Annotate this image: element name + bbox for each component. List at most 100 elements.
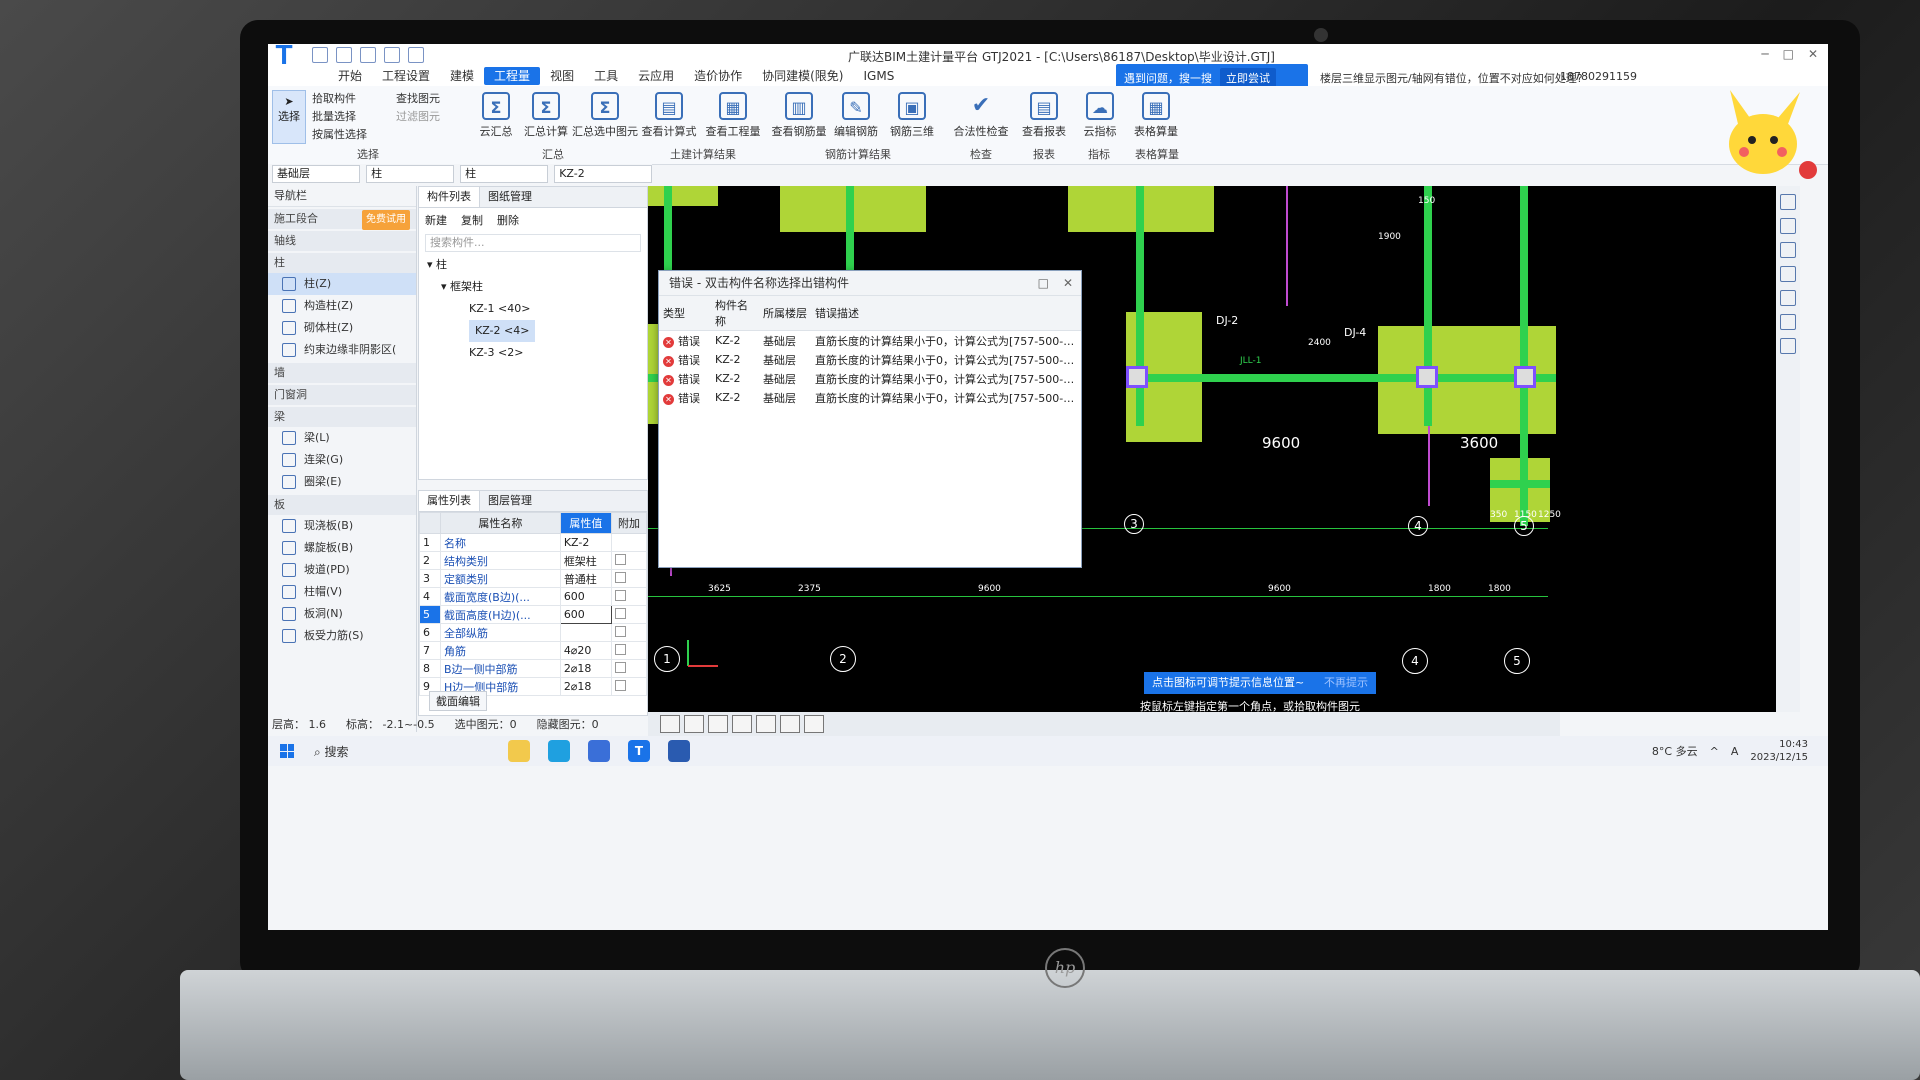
rebar-3d-button[interactable]: ▣ 钢筋三维 xyxy=(884,92,940,139)
property-row[interactable]: 7 角筋 4⌀20 xyxy=(419,641,647,660)
property-row[interactable]: 2 结构类别 框架柱 xyxy=(419,551,647,570)
nav-item-slab-rebar[interactable]: 板受力筋(S) xyxy=(268,625,416,647)
tree-root[interactable]: ▾ 柱 xyxy=(427,254,647,276)
nav-section-axis[interactable]: 轴线 xyxy=(268,231,416,251)
menu-tab-start[interactable]: 开始 xyxy=(328,67,372,85)
ground-beam[interactable] xyxy=(1136,186,1144,426)
open-folder-icon[interactable] xyxy=(336,47,352,63)
menu-tab-modeling[interactable]: 建模 xyxy=(440,67,484,85)
tab-layer-management[interactable]: 图层管理 xyxy=(480,491,540,511)
tip-bar[interactable]: 点击图标可调节提示信息位置~ 不再提示 xyxy=(1144,672,1376,694)
list-icon[interactable] xyxy=(1780,338,1796,354)
layer-icon[interactable] xyxy=(1780,242,1796,258)
windows-start-icon[interactable] xyxy=(280,744,294,758)
property-value[interactable]: 2⌀18 xyxy=(559,659,613,678)
section-edit-button[interactable]: 截面编辑 xyxy=(429,691,487,711)
tree-group[interactable]: ▾ 框架柱 xyxy=(427,276,647,298)
error-component[interactable]: KZ-2 xyxy=(711,388,759,407)
extra-checkbox[interactable] xyxy=(615,553,626,565)
property-row[interactable]: 8 B边一侧中部筋 2⌀18 xyxy=(419,659,647,678)
user-account[interactable]: 18780291159 xyxy=(1560,70,1637,83)
tab-property-list[interactable]: 属性列表 xyxy=(419,491,480,511)
property-row[interactable]: 1 名称 KZ-2 xyxy=(419,533,647,552)
cloud-summary-button[interactable]: Σ 云汇总 xyxy=(468,92,524,139)
view-formula-button[interactable]: ▤ 查看计算式 xyxy=(638,92,700,139)
property-value[interactable]: KZ-2 xyxy=(559,533,613,552)
dynamic-input-icon[interactable] xyxy=(780,715,800,733)
find-element-button[interactable]: 查找图元 xyxy=(396,90,440,108)
new-component-button[interactable]: 新建 xyxy=(425,212,447,228)
property-value-editing[interactable]: 600 xyxy=(559,605,613,624)
nav-item-column[interactable]: 柱(Z) xyxy=(268,273,416,295)
error-component[interactable]: KZ-2 xyxy=(711,369,759,388)
error-row[interactable]: ✕ 错误 KZ-2 基础层 直筋长度的计算结果小于0，计算公式为[757-500-Max… xyxy=(659,388,1081,407)
store-icon[interactable] xyxy=(588,740,610,762)
weather[interactable]: 8°C 多云 xyxy=(1652,743,1698,759)
extra-checkbox[interactable] xyxy=(615,643,626,655)
extra-checkbox[interactable] xyxy=(615,571,626,583)
menu-tab-project-settings[interactable]: 工程设置 xyxy=(372,67,440,85)
view-3d-icon[interactable] xyxy=(1780,194,1796,210)
nav-item-ramp[interactable]: 坡道(PD) xyxy=(268,559,416,581)
menu-tab-collab-modeling[interactable]: 协同建模(限免) xyxy=(752,67,853,85)
extra-checkbox[interactable] xyxy=(615,607,626,619)
gtj-app-icon[interactable]: T xyxy=(628,740,650,762)
extra-checkbox[interactable] xyxy=(615,661,626,673)
taskbar-search[interactable]: ⌕ 搜索 xyxy=(314,743,349,760)
maximize-icon[interactable]: □ xyxy=(1038,271,1049,295)
view-report-button[interactable]: ▤ 查看报表 xyxy=(1016,92,1072,139)
tab-component-list[interactable]: 构件列表 xyxy=(419,187,480,207)
nav-section-openings[interactable]: 门窗洞 xyxy=(268,385,416,405)
tab-drawing-management[interactable]: 图纸管理 xyxy=(480,187,540,207)
property-row[interactable]: 3 定额类别 普通柱 xyxy=(419,569,647,588)
summary-selected-button[interactable]: Σ 汇总选中图元 xyxy=(572,92,638,139)
nav-item-slab-hole[interactable]: 板洞(N) xyxy=(268,603,416,625)
view-rebar-button[interactable]: ▥ 查看钢筋量 xyxy=(768,92,830,139)
property-value[interactable]: 框架柱 xyxy=(559,551,613,570)
component-select[interactable]: KZ-2 xyxy=(554,165,652,183)
cloud-index-button[interactable]: ☁ 云指标 xyxy=(1072,92,1128,139)
column-kz[interactable] xyxy=(1514,366,1536,388)
redo-icon[interactable] xyxy=(408,47,424,63)
component-search-input[interactable]: 搜索构件... xyxy=(425,234,641,252)
validity-check-button[interactable]: ✔ 合法性检查 xyxy=(950,92,1012,139)
edit-rebar-button[interactable]: ✎ 编辑钢筋 xyxy=(828,92,884,139)
undo-icon[interactable] xyxy=(384,47,400,63)
try-now-button[interactable]: 立即尝试 xyxy=(1220,68,1276,88)
menu-tab-igms[interactable]: IGMS xyxy=(854,67,905,85)
arc-icon[interactable] xyxy=(804,715,824,733)
error-row[interactable]: ✕ 错误 KZ-2 基础层 直筋长度的计算结果小于0，计算公式为[757-500-Max… xyxy=(659,331,1081,351)
column-kz[interactable] xyxy=(1126,366,1148,388)
property-value[interactable]: 普通柱 xyxy=(559,569,613,588)
settings-icon[interactable] xyxy=(1780,314,1796,330)
error-component[interactable]: KZ-2 xyxy=(711,331,759,351)
property-value[interactable]: 4⌀20 xyxy=(559,641,613,660)
nav-item-column-cap[interactable]: 柱帽(V) xyxy=(268,581,416,603)
close-icon[interactable]: ✕ xyxy=(1063,271,1073,295)
file-explorer-icon[interactable] xyxy=(508,740,530,762)
close-icon[interactable]: ✕ xyxy=(1808,47,1818,61)
edge-browser-icon[interactable] xyxy=(548,740,570,762)
error-component[interactable]: KZ-2 xyxy=(711,350,759,369)
view-quantity-button[interactable]: ▦ 查看工程量 xyxy=(702,92,764,139)
property-value[interactable]: 2⌀18 xyxy=(559,677,613,696)
nav-section-wall[interactable]: 墙 xyxy=(268,363,416,383)
help-question[interactable]: 楼层三维显示图元/轴网有错位，位置不对应如何处理? xyxy=(1320,70,1583,86)
maximize-icon[interactable]: □ xyxy=(1783,47,1794,61)
copy-component-button[interactable]: 复制 xyxy=(461,212,483,228)
delete-component-button[interactable]: 删除 xyxy=(497,212,519,228)
filter-element-button[interactable]: 过滤图元 xyxy=(396,108,440,126)
property-row[interactable]: 4 截面宽度(B边)(... 600 xyxy=(419,587,647,606)
nav-item-spiral-slab[interactable]: 螺旋板(B) xyxy=(268,537,416,559)
save-icon[interactable] xyxy=(360,47,376,63)
nav-item-beam[interactable]: 梁(L) xyxy=(268,427,416,449)
menu-tab-cost-collab[interactable]: 造价协作 xyxy=(684,67,752,85)
nav-item-coupling-beam[interactable]: 连梁(G) xyxy=(268,449,416,471)
minimize-icon[interactable]: ─ xyxy=(1761,47,1768,61)
property-row-current[interactable]: 5 截面高度(H边)(... 600 xyxy=(419,605,647,624)
nav-item-cast-slab[interactable]: 现浇板(B) xyxy=(268,515,416,537)
cross-snap-icon[interactable] xyxy=(708,715,728,733)
clock[interactable]: 10:43 2023/12/15 xyxy=(1750,738,1808,764)
tree-item-selected[interactable]: KZ-2 <4> xyxy=(427,320,647,342)
column-kz[interactable] xyxy=(1416,366,1438,388)
